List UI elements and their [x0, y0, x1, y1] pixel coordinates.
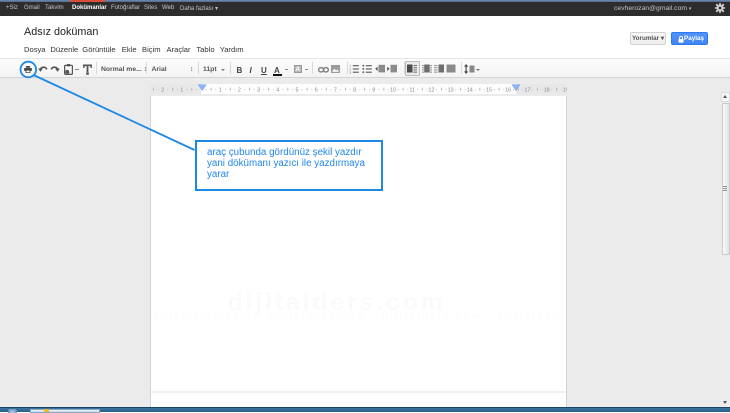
svg-text:4: 4 [276, 88, 279, 94]
svg-text:14: 14 [467, 88, 473, 94]
svg-text:19: 19 [563, 88, 567, 94]
svg-text:9: 9 [372, 88, 375, 94]
svg-text:7: 7 [334, 88, 337, 94]
svg-text:18: 18 [544, 88, 550, 94]
svg-text:8: 8 [353, 88, 356, 94]
svg-text:6: 6 [315, 88, 318, 94]
svg-text:11: 11 [409, 88, 415, 94]
svg-text:3: 3 [349, 70, 351, 73]
svg-text:15: 15 [486, 88, 492, 94]
svg-text:2: 2 [238, 88, 241, 94]
svg-text:12: 12 [428, 88, 434, 94]
svg-text:3: 3 [257, 88, 260, 94]
svg-text:13: 13 [448, 88, 454, 94]
svg-text:5: 5 [296, 88, 299, 94]
svg-text:2: 2 [161, 88, 164, 94]
svg-text:1: 1 [180, 88, 183, 94]
svg-text:1: 1 [219, 88, 222, 94]
svg-text:17: 17 [524, 88, 530, 94]
svg-text:10: 10 [390, 88, 396, 94]
svg-text:16: 16 [505, 88, 511, 94]
